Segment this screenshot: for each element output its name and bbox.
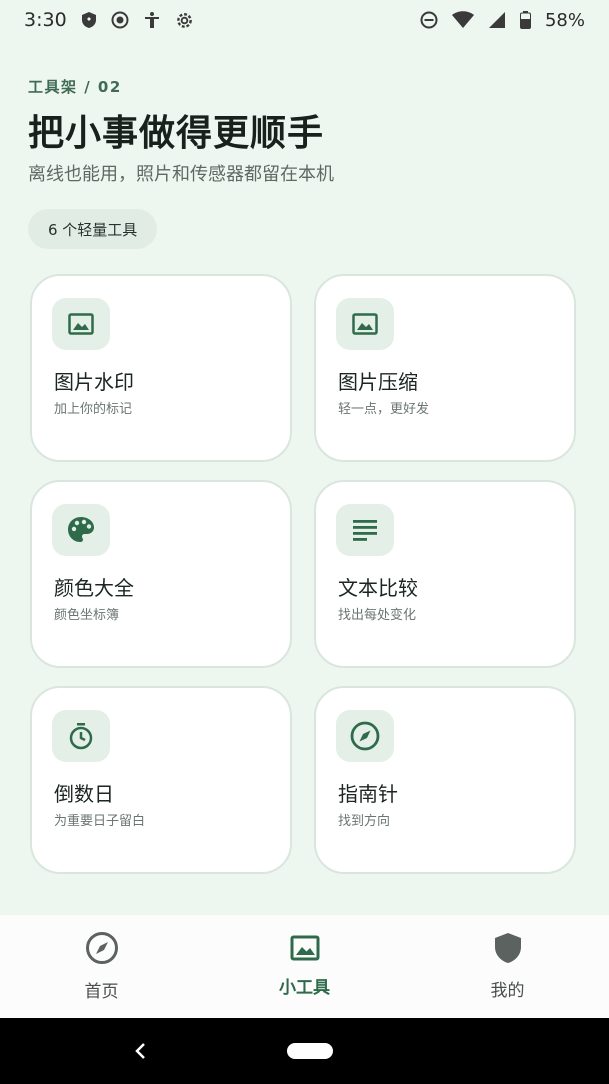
page-subtitle: 离线也能用，照片和传感器都留在本机 <box>28 164 334 185</box>
tool-title: 图片水印 <box>54 370 134 394</box>
page-title: 把小事做得更顺手 <box>28 113 325 154</box>
tool-card-color-catalog[interactable]: 颜色大全 颜色坐标簿 <box>30 480 292 668</box>
shield-icon <box>81 11 97 29</box>
system-nav-bar <box>0 1018 609 1084</box>
image-icon <box>52 298 110 350</box>
tool-title: 图片压缩 <box>338 370 418 394</box>
status-right: 58% <box>420 10 585 31</box>
tool-card-image-compress[interactable]: 图片压缩 轻一点，更好发 <box>314 274 576 462</box>
chevron-left-icon <box>135 1043 145 1059</box>
compass-icon <box>336 710 394 762</box>
tool-desc: 找到方向 <box>338 814 391 829</box>
tools-screen: 3:30 58% 工具架 / 02 把小事做得更顺手 离线也能用，照片和传感器都… <box>0 0 609 1084</box>
text-lines-icon <box>336 504 394 556</box>
back-button[interactable] <box>128 1038 154 1064</box>
nav-label: 小工具 <box>279 978 330 998</box>
nav-item-tools[interactable]: 小工具 <box>225 935 385 998</box>
image-icon <box>290 935 320 965</box>
nav-label: 我的 <box>490 981 525 1001</box>
shield-icon <box>494 932 522 968</box>
accessibility-icon <box>143 11 161 29</box>
tool-desc: 加上你的标记 <box>54 402 133 417</box>
tool-card-countdown[interactable]: 倒数日 为重要日子留白 <box>30 686 292 874</box>
tool-desc: 找出每处变化 <box>338 608 417 623</box>
signal-icon <box>488 11 506 29</box>
tool-title: 指南针 <box>338 782 398 806</box>
image-icon <box>336 298 394 350</box>
status-time: 3:30 <box>24 9 67 31</box>
gear-icon <box>175 11 194 30</box>
tool-desc: 为重要日子留白 <box>54 814 146 829</box>
record-icon <box>111 11 129 29</box>
battery-percent: 58% <box>544 9 585 31</box>
timer-icon <box>52 710 110 762</box>
compass-icon <box>85 931 119 969</box>
breadcrumb: 工具架 / 02 <box>28 78 122 96</box>
tool-desc: 轻一点，更好发 <box>338 402 430 417</box>
nav-item-profile[interactable]: 我的 <box>428 932 588 1001</box>
tool-card-compass[interactable]: 指南针 找到方向 <box>314 686 576 874</box>
nav-label: 首页 <box>84 982 119 1002</box>
nav-item-home[interactable]: 首页 <box>22 931 182 1002</box>
tool-count-chip: 6 个轻量工具 <box>28 209 158 249</box>
palette-icon <box>52 504 110 556</box>
tool-desc: 颜色坐标簿 <box>54 608 120 623</box>
tool-card-image-watermark[interactable]: 图片水印 加上你的标记 <box>30 274 292 462</box>
tool-title: 倒数日 <box>54 782 114 806</box>
dnd-icon <box>420 11 438 29</box>
tool-title: 颜色大全 <box>54 576 134 600</box>
wifi-icon <box>451 11 474 29</box>
status-bar: 3:30 58% <box>0 0 609 40</box>
status-left: 3:30 <box>24 9 194 31</box>
tool-title: 文本比较 <box>338 576 418 600</box>
bottom-nav: 首页 小工具 我的 <box>0 915 609 1018</box>
home-button[interactable] <box>287 1043 333 1059</box>
battery-icon <box>519 11 531 29</box>
tool-card-text-compare[interactable]: 文本比较 找出每处变化 <box>314 480 576 668</box>
tool-grid: 图片水印 加上你的标记 图片压缩 轻一点，更好发 颜色大全 颜色坐标簿 文本比较… <box>30 274 578 874</box>
